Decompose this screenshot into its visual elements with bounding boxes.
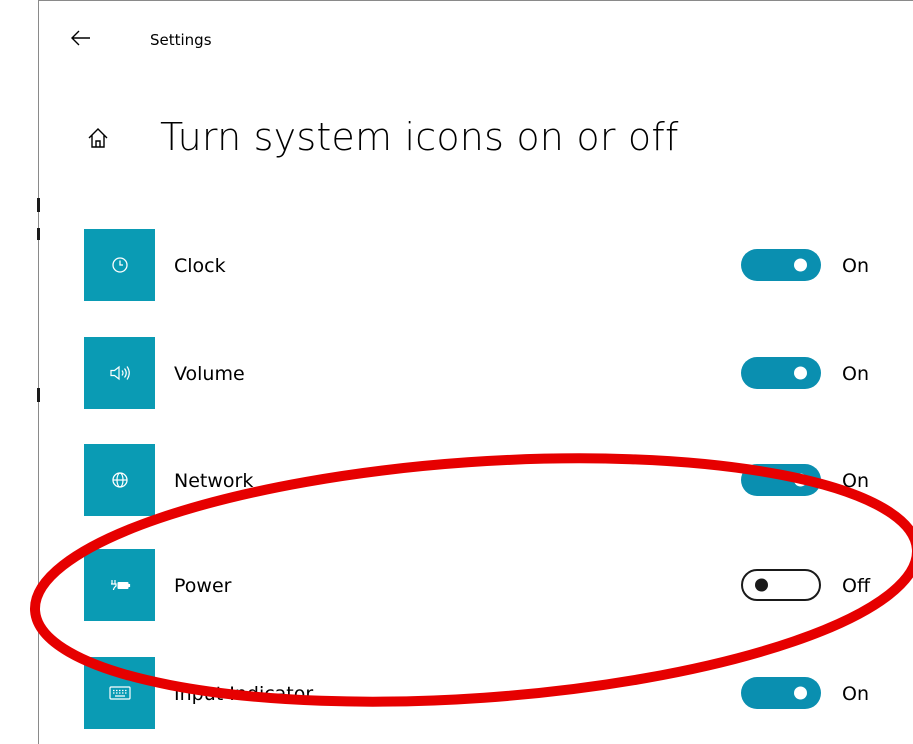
home-icon: [88, 128, 108, 148]
network-globe-icon: [111, 472, 128, 488]
keyboard-icon: [108, 686, 131, 700]
window-top-border: [38, 0, 913, 1]
clock-icon: [111, 257, 128, 273]
clock-tile: [84, 229, 155, 301]
toggle-knob: [755, 578, 768, 592]
volume-icon: [109, 365, 130, 381]
power-battery-icon: [110, 580, 130, 591]
clock-state: On: [842, 255, 869, 277]
setting-row-volume: Volume On: [84, 337, 884, 409]
power-toggle[interactable]: [741, 569, 821, 601]
window-left-border: [38, 0, 39, 744]
home-button[interactable]: [83, 123, 113, 153]
volume-toggle[interactable]: [741, 357, 821, 389]
toggle-knob: [794, 366, 807, 380]
setting-label-power: Power: [174, 575, 232, 597]
input-indicator-toggle[interactable]: [741, 677, 821, 709]
power-tile: [84, 549, 155, 621]
toggle-knob: [794, 686, 807, 700]
edge-mark: [37, 198, 40, 212]
toggle-knob: [794, 473, 807, 487]
arrow-left-icon: [71, 30, 90, 46]
setting-row-input-indicator: Input Indicator On: [84, 657, 884, 729]
input-indicator-tile: [84, 657, 155, 729]
toggle-knob: [794, 258, 807, 272]
network-toggle[interactable]: [741, 464, 821, 496]
back-button[interactable]: [68, 25, 94, 51]
volume-state: On: [842, 363, 869, 385]
settings-window: Settings Turn system icons on or off Clo…: [0, 0, 913, 744]
network-state: On: [842, 470, 869, 492]
volume-tile: [84, 337, 155, 409]
setting-label-network: Network: [174, 470, 254, 492]
setting-label-clock: Clock: [174, 255, 226, 277]
setting-row-clock: Clock On: [84, 229, 884, 301]
power-state: Off: [842, 575, 871, 597]
setting-row-power: Power Off: [84, 549, 884, 621]
app-title: Settings: [150, 31, 212, 49]
network-tile: [84, 444, 155, 516]
page-title: Turn system icons on or off: [160, 115, 679, 159]
setting-label-volume: Volume: [174, 363, 245, 385]
setting-row-network: Network On: [84, 444, 884, 516]
setting-label-input-indicator: Input Indicator: [174, 683, 314, 705]
clock-toggle[interactable]: [741, 249, 821, 281]
edge-mark: [37, 388, 40, 402]
edge-mark: [37, 228, 40, 240]
input-indicator-state: On: [842, 683, 869, 705]
